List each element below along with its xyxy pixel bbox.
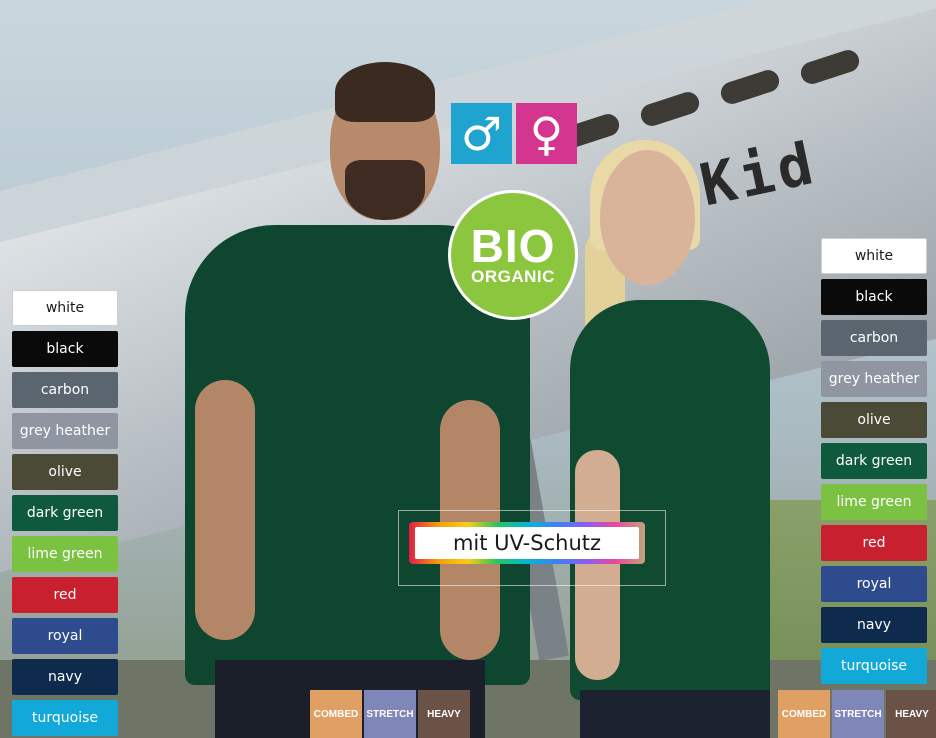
male-symbol-icon: ♂: [451, 103, 512, 164]
bio-label: BIO: [470, 220, 556, 272]
color-swatch-navy[interactable]: navy: [12, 659, 118, 695]
female-symbol-icon: ♀: [516, 103, 577, 164]
feature-tag-stretch: STRETCH: [364, 690, 416, 738]
color-swatch-turquoise[interactable]: turquoise: [821, 648, 927, 684]
color-swatch-grey-heather[interactable]: grey heather: [821, 361, 927, 397]
color-swatch-dark-green[interactable]: dark green: [12, 495, 118, 531]
organic-label: ORGANIC: [471, 267, 555, 286]
color-swatch-carbon[interactable]: carbon: [821, 320, 927, 356]
color-swatch-red[interactable]: red: [12, 577, 118, 613]
color-swatch-carbon[interactable]: carbon: [12, 372, 118, 408]
color-swatch-royal[interactable]: royal: [12, 618, 118, 654]
color-swatches-right: white black carbon grey heather olive dark gr…: [821, 238, 927, 684]
feature-tag-combed: COMBED: [310, 690, 362, 738]
color-swatch-black[interactable]: black: [821, 279, 927, 315]
feature-tag-heavy: HEAVY: [886, 690, 936, 738]
color-swatch-black[interactable]: black: [12, 331, 118, 367]
color-swatch-white[interactable]: white: [12, 290, 118, 326]
color-swatch-olive[interactable]: olive: [12, 454, 118, 490]
feature-tags-left: COMBED STRETCH HEAVY: [310, 690, 470, 738]
feature-tag-stretch: STRETCH: [832, 690, 884, 738]
bio-organic-badge: BIO ORGANIC: [448, 190, 578, 320]
man-hair: [335, 62, 435, 122]
color-swatches-left: white black carbon grey heather olive dark gr…: [12, 290, 118, 736]
uv-protection-badge: mit UV-Schutz: [415, 527, 639, 559]
color-swatch-red[interactable]: red: [821, 525, 927, 561]
color-swatch-lime-green[interactable]: lime green: [12, 536, 118, 572]
color-swatch-white[interactable]: white: [821, 238, 927, 274]
color-swatch-grey-heather[interactable]: grey heather: [12, 413, 118, 449]
color-swatch-royal[interactable]: royal: [821, 566, 927, 602]
color-swatch-dark-green[interactable]: dark green: [821, 443, 927, 479]
feature-tag-heavy: HEAVY: [418, 690, 470, 738]
color-swatch-navy[interactable]: navy: [821, 607, 927, 643]
woman-head: [600, 150, 695, 285]
product-banner: Kid ♂ ♀ BIO ORGANIC mit UV-Schutz white b…: [0, 0, 936, 738]
woman-trousers: [580, 690, 770, 738]
feature-tags-right: COMBED STRETCH HEAVY: [778, 690, 936, 738]
feature-tag-combed: COMBED: [778, 690, 830, 738]
man-arm: [195, 380, 255, 640]
color-swatch-turquoise[interactable]: turquoise: [12, 700, 118, 736]
man-beard: [345, 160, 425, 220]
color-swatch-olive[interactable]: olive: [821, 402, 927, 438]
color-swatch-lime-green[interactable]: lime green: [821, 484, 927, 520]
